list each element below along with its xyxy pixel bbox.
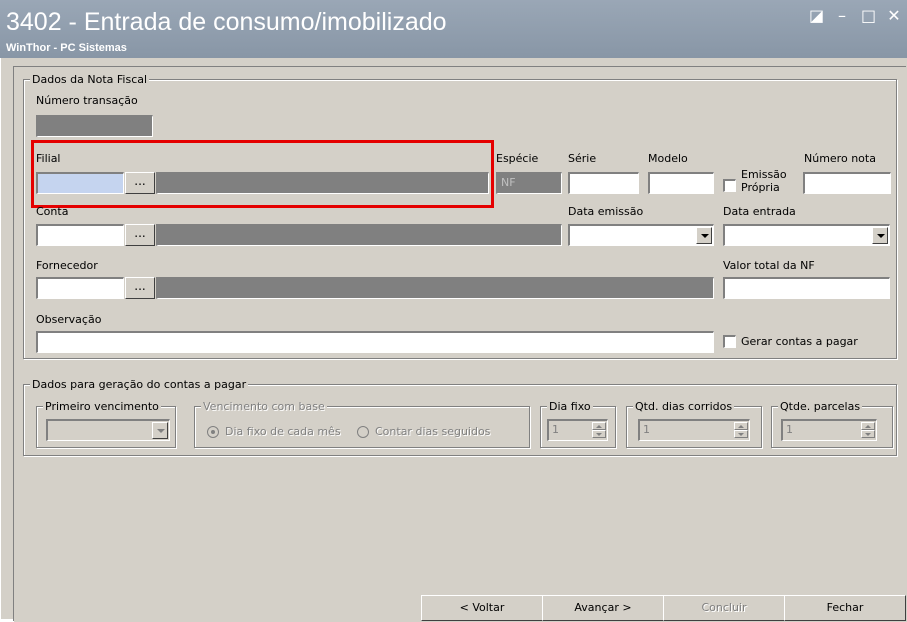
especie-label: Espécie [496, 152, 539, 165]
data-entrada-select[interactable] [723, 224, 890, 246]
fornecedor-input[interactable] [36, 277, 124, 299]
avancar-button[interactable]: Avançar > [542, 595, 664, 621]
fechar-button[interactable]: Fechar [784, 595, 906, 621]
fornecedor-description-field [156, 277, 714, 299]
chevron-down-icon[interactable] [872, 227, 888, 244]
observacao-input[interactable] [36, 331, 714, 353]
button-bar: < Voltar Avançar > Concluir Fechar [14, 592, 907, 622]
especie-field: NF [496, 172, 562, 194]
close-icon[interactable]: ✕ [887, 6, 901, 25]
title-bar: 3402 - Entrada de consumo/imobilizado Wi… [0, 0, 907, 58]
conta-input[interactable] [36, 224, 124, 246]
numero-nota-input[interactable] [803, 172, 891, 194]
chevron-down-icon[interactable] [152, 422, 168, 439]
emissao-propria-checkbox[interactable] [723, 179, 736, 192]
spinner-arrows-icon[interactable] [861, 422, 875, 439]
valor-total-input[interactable] [723, 277, 890, 299]
chevron-down-icon[interactable] [696, 227, 712, 244]
gerar-contas-checkbox[interactable] [723, 335, 736, 348]
dia-fixo-spinner[interactable]: 1 [547, 419, 608, 441]
qtd-dias-value: 1 [643, 423, 650, 436]
spinner-arrows-icon[interactable] [592, 422, 606, 439]
window-subtitle: WinThor - PC Sistemas [6, 42, 127, 54]
valor-total-label: Valor total da NF [723, 259, 815, 272]
data-emissao-label: Data emissão [568, 205, 644, 218]
radio-contar-dias[interactable] [357, 426, 369, 438]
radio-dia-fixo[interactable] [207, 426, 219, 438]
data-emissao-select[interactable] [568, 224, 714, 246]
dia-fixo-value: 1 [552, 423, 559, 436]
dia-fixo-legend: Dia fixo [547, 400, 593, 413]
qtde-parcelas-spinner[interactable]: 1 [781, 419, 877, 441]
numero-transacao-label: Número transação [36, 94, 138, 107]
nota-fiscal-legend: Dados da Nota Fiscal [30, 73, 150, 86]
emissao-propria-label-1: Emissão [741, 168, 787, 181]
restore-icon[interactable]: ◪ [809, 6, 824, 25]
radio-contar-dias-label: Contar dias seguidos [375, 425, 491, 438]
filial-highlight [31, 140, 494, 208]
window-controls: ◪ – □ ✕ [809, 6, 901, 25]
qtde-parcelas-legend: Qtde. parcelas [778, 400, 863, 413]
maximize-icon[interactable]: □ [861, 6, 876, 25]
emissao-propria-label-2: Própria [741, 181, 780, 194]
radio-dia-fixo-label: Dia fixo de cada mês [225, 425, 341, 438]
window-client: Dados da Nota Fiscal Número transação Fi… [0, 58, 907, 622]
numero-transacao-field [36, 115, 153, 137]
nota-fiscal-group: Dados da Nota Fiscal [23, 73, 897, 359]
concluir-button[interactable]: Concluir [663, 595, 785, 621]
window-title: 3402 - Entrada de consumo/imobilizado [6, 8, 447, 36]
conta-description-field [156, 224, 562, 246]
primeiro-vencimento-select[interactable] [46, 419, 170, 441]
data-entrada-label: Data entrada [723, 205, 796, 218]
modelo-label: Modelo [648, 152, 688, 165]
serie-label: Série [568, 152, 597, 165]
conta-search-button[interactable]: ... [125, 224, 155, 246]
qtde-parcelas-value: 1 [786, 423, 793, 436]
voltar-button[interactable]: < Voltar [421, 595, 543, 621]
spinner-arrows-icon[interactable] [734, 422, 748, 439]
fornecedor-label: Fornecedor [36, 259, 98, 272]
conta-label: Conta [36, 205, 69, 218]
minimize-icon[interactable]: – [835, 6, 849, 25]
fornecedor-search-button[interactable]: ... [125, 277, 155, 299]
modelo-input[interactable] [648, 172, 714, 194]
numero-nota-label: Número nota [804, 152, 876, 165]
primeiro-vencimento-legend: Primeiro vencimento [43, 400, 161, 413]
serie-input[interactable] [568, 172, 639, 194]
gerar-contas-label: Gerar contas a pagar [741, 335, 858, 348]
observacao-label: Observação [36, 313, 102, 326]
contas-pagar-legend: Dados para geração do contas a pagar [30, 378, 249, 391]
qtd-dias-spinner[interactable]: 1 [638, 419, 750, 441]
form-area: Dados da Nota Fiscal Número transação Fi… [13, 66, 907, 622]
vencimento-base-legend: Vencimento com base [201, 400, 327, 413]
qtd-dias-legend: Qtd. dias corridos [633, 400, 735, 413]
